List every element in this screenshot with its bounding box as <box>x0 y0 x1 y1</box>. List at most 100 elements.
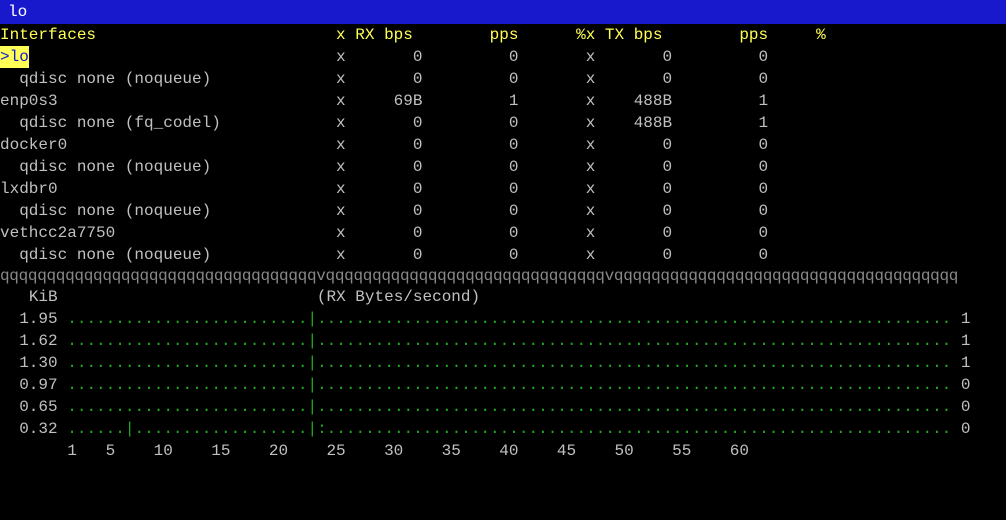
cell-x1: x <box>326 48 345 66</box>
interface-row[interactable]: qdisc none (fq_codel) x 0 0 x 488B 1 <box>0 112 1006 134</box>
separator-line: qqqqqqqqqqqqqqqqqqqqqqqqqqqqqqqqqqvqqqqq… <box>0 266 1006 286</box>
cell-pps1: 0 <box>422 158 518 176</box>
cell-pps1: 0 <box>422 70 518 88</box>
header-pps2: pps <box>672 26 768 44</box>
cell-tx: 0 <box>595 246 672 264</box>
cell-x1: x <box>326 114 345 132</box>
cell-pctx: x <box>518 92 595 110</box>
cell-pps2: 0 <box>672 180 768 198</box>
cell-x1: x <box>326 202 345 220</box>
interface-table[interactable]: Interfaces x RX bps pps %x TX bps pps % >… <box>0 24 1006 266</box>
cell-pctx: x <box>518 114 595 132</box>
cell-pps1: 1 <box>422 92 518 110</box>
header-txbps: TX bps <box>595 26 672 44</box>
interface-row[interactable]: qdisc none (noqueue) x 0 0 x 0 0 <box>0 244 1006 266</box>
cell-pctx: x <box>518 224 595 242</box>
interface-name: qdisc none (noqueue) <box>0 158 326 176</box>
chart-right-value: 0 <box>961 376 971 394</box>
interface-row[interactable]: qdisc none (noqueue) x 0 0 x 0 0 <box>0 156 1006 178</box>
chart-y-tick: 1.30 <box>0 354 67 372</box>
title-bar: lo <box>0 0 1006 24</box>
cell-pps2: 0 <box>672 158 768 176</box>
header-interfaces: Interfaces <box>0 26 326 44</box>
chart-y-tick: 0.97 <box>0 376 67 394</box>
cell-tx: 0 <box>595 202 672 220</box>
interface-name: docker0 <box>0 136 326 154</box>
cell-tx: 488B <box>595 92 672 110</box>
cell-pctx: x <box>518 202 595 220</box>
cell-rx: 0 <box>346 246 423 264</box>
chart-right-value: 0 <box>961 420 971 438</box>
cell-pctx: x <box>518 158 595 176</box>
interface-name: qdisc none (noqueue) <box>0 70 326 88</box>
cell-pps1: 0 <box>422 180 518 198</box>
cell-x1: x <box>326 246 345 264</box>
cell-pctx: x <box>518 136 595 154</box>
chart-right-value: 1 <box>961 332 971 350</box>
cell-pps2: 0 <box>672 136 768 154</box>
interface-name: qdisc none (noqueue) <box>0 246 326 264</box>
cell-tx: 0 <box>595 136 672 154</box>
cell-pctx: x <box>518 70 595 88</box>
header-pps1: pps <box>422 26 518 44</box>
interface-row[interactable]: lxdbr0 x 0 0 x 0 0 <box>0 178 1006 200</box>
cell-rx: 0 <box>346 224 423 242</box>
header-pct: % <box>768 26 826 44</box>
interface-row[interactable]: vethcc2a7750 x 0 0 x 0 0 <box>0 222 1006 244</box>
interface-row[interactable]: qdisc none (noqueue) x 0 0 x 0 0 <box>0 200 1006 222</box>
cell-tx: 0 <box>595 158 672 176</box>
cell-tx: 488B <box>595 114 672 132</box>
cell-pps1: 0 <box>422 224 518 242</box>
interface-name: enp0s3 <box>0 92 326 110</box>
title-text: lo <box>8 3 27 21</box>
chart-right-value: 0 <box>961 398 971 416</box>
header-x1: x <box>326 26 345 44</box>
selection-cursor: >lo <box>0 46 29 68</box>
cell-pctx: x <box>518 180 595 198</box>
cell-tx: 0 <box>595 70 672 88</box>
interface-row[interactable]: >lo x 0 0 x 0 0 <box>0 46 1006 68</box>
chart-y-unit: KiB <box>29 288 58 306</box>
cell-pps2: 0 <box>672 202 768 220</box>
header-rxbps: RX bps <box>346 26 423 44</box>
cell-pps1: 0 <box>422 202 518 220</box>
cell-rx: 0 <box>346 158 423 176</box>
cell-x1: x <box>326 224 345 242</box>
rx-bytes-chart: KiB (RX Bytes/second) 1.95 .............… <box>0 286 1006 462</box>
interface-name: vethcc2a7750 <box>0 224 326 242</box>
cell-pps2: 1 <box>672 92 768 110</box>
interface-row[interactable]: enp0s3 x 69B 1 x 488B 1 <box>0 90 1006 112</box>
chart-y-tick: 1.62 <box>0 332 67 350</box>
cell-pps2: 0 <box>672 70 768 88</box>
cell-x1: x <box>326 92 345 110</box>
cell-pps2: 0 <box>672 224 768 242</box>
cell-pps1: 0 <box>422 246 518 264</box>
cell-x1: x <box>326 180 345 198</box>
cell-pps2: 0 <box>672 48 768 66</box>
cell-pps1: 0 <box>422 136 518 154</box>
cell-rx: 0 <box>346 202 423 220</box>
cell-rx: 0 <box>346 70 423 88</box>
interface-row[interactable]: qdisc none (noqueue) x 0 0 x 0 0 <box>0 68 1006 90</box>
cell-pctx: x <box>518 246 595 264</box>
cell-rx: 0 <box>346 114 423 132</box>
interface-row[interactable]: docker0 x 0 0 x 0 0 <box>0 134 1006 156</box>
interface-name: lxdbr0 <box>0 180 326 198</box>
cell-x1: x <box>326 70 345 88</box>
cell-rx: 0 <box>346 48 423 66</box>
chart-right-value: 1 <box>961 310 971 328</box>
chart-x-axis: 1 5 10 15 20 25 30 35 40 45 50 55 60 <box>0 442 951 460</box>
cell-x1: x <box>326 136 345 154</box>
chart-title: (RX Bytes/second) <box>317 288 480 306</box>
cell-pps1: 0 <box>422 48 518 66</box>
header-pctx: %x <box>518 26 595 44</box>
cell-tx: 0 <box>595 224 672 242</box>
interface-name: qdisc none (noqueue) <box>0 202 326 220</box>
chart-y-tick: 0.65 <box>0 398 67 416</box>
cell-pctx: x <box>519 48 596 66</box>
chart-right-value: 1 <box>961 354 971 372</box>
cell-rx: 0 <box>346 136 423 154</box>
interface-name: qdisc none (fq_codel) <box>0 114 326 132</box>
cell-pps2: 1 <box>672 114 768 132</box>
cell-rx: 0 <box>346 180 423 198</box>
